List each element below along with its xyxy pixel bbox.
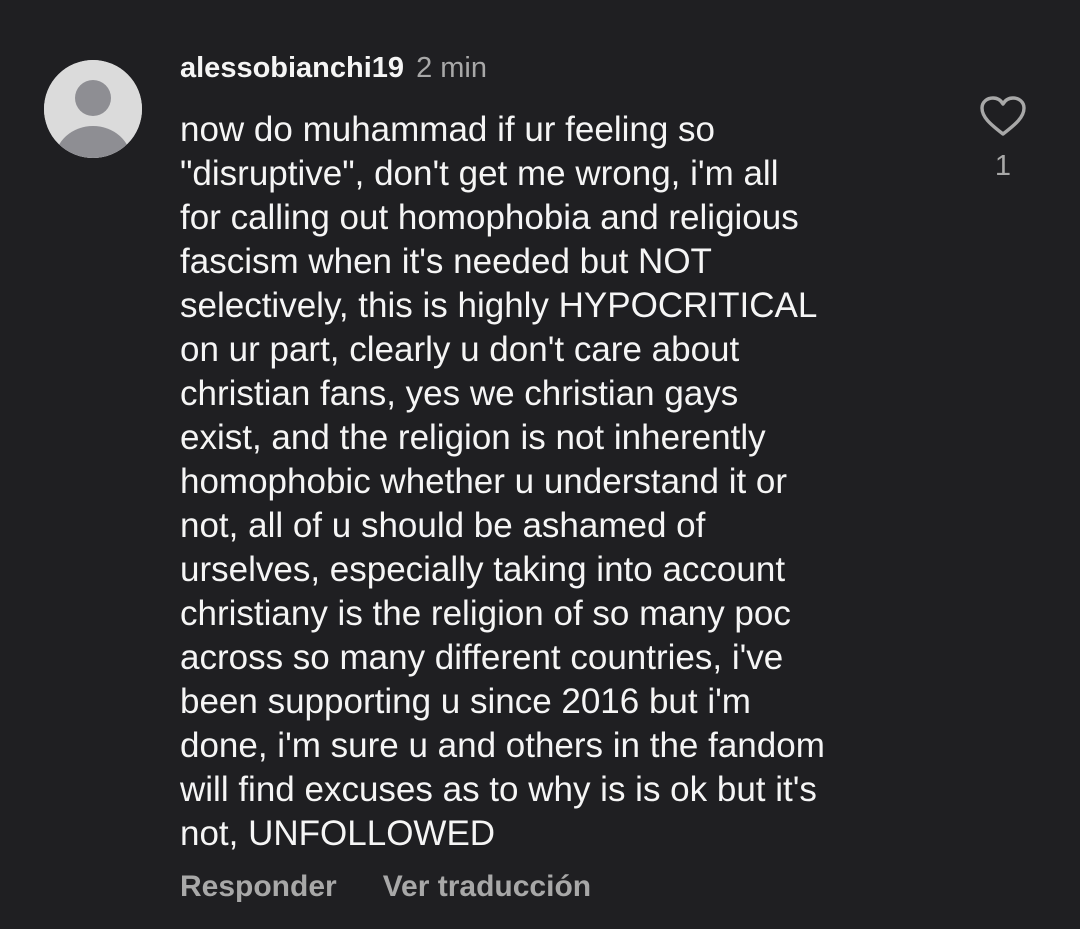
see-translation-button[interactable]: Ver traducción [383, 870, 591, 904]
comment-body: alessobianchi19 2 min now do muhammad if… [180, 52, 940, 856]
comment-timestamp: 2 min [416, 52, 487, 84]
like-control: 1 [978, 94, 1028, 183]
default-avatar-icon [44, 60, 142, 158]
comment-actions: Responder Ver traducción [180, 870, 591, 904]
comment-meta: alessobianchi19 2 min [180, 52, 940, 92]
like-count: 1 [994, 150, 1012, 182]
comment-item: alessobianchi19 2 min now do muhammad if… [0, 0, 1080, 929]
username-link[interactable]: alessobianchi19 [180, 52, 404, 85]
comment-text: now do muhammad if ur feeling so "disrup… [180, 110, 825, 853]
reply-button[interactable]: Responder [180, 870, 337, 904]
avatar[interactable] [44, 60, 142, 158]
heart-outline-icon [980, 96, 1026, 136]
like-button[interactable] [978, 94, 1028, 138]
